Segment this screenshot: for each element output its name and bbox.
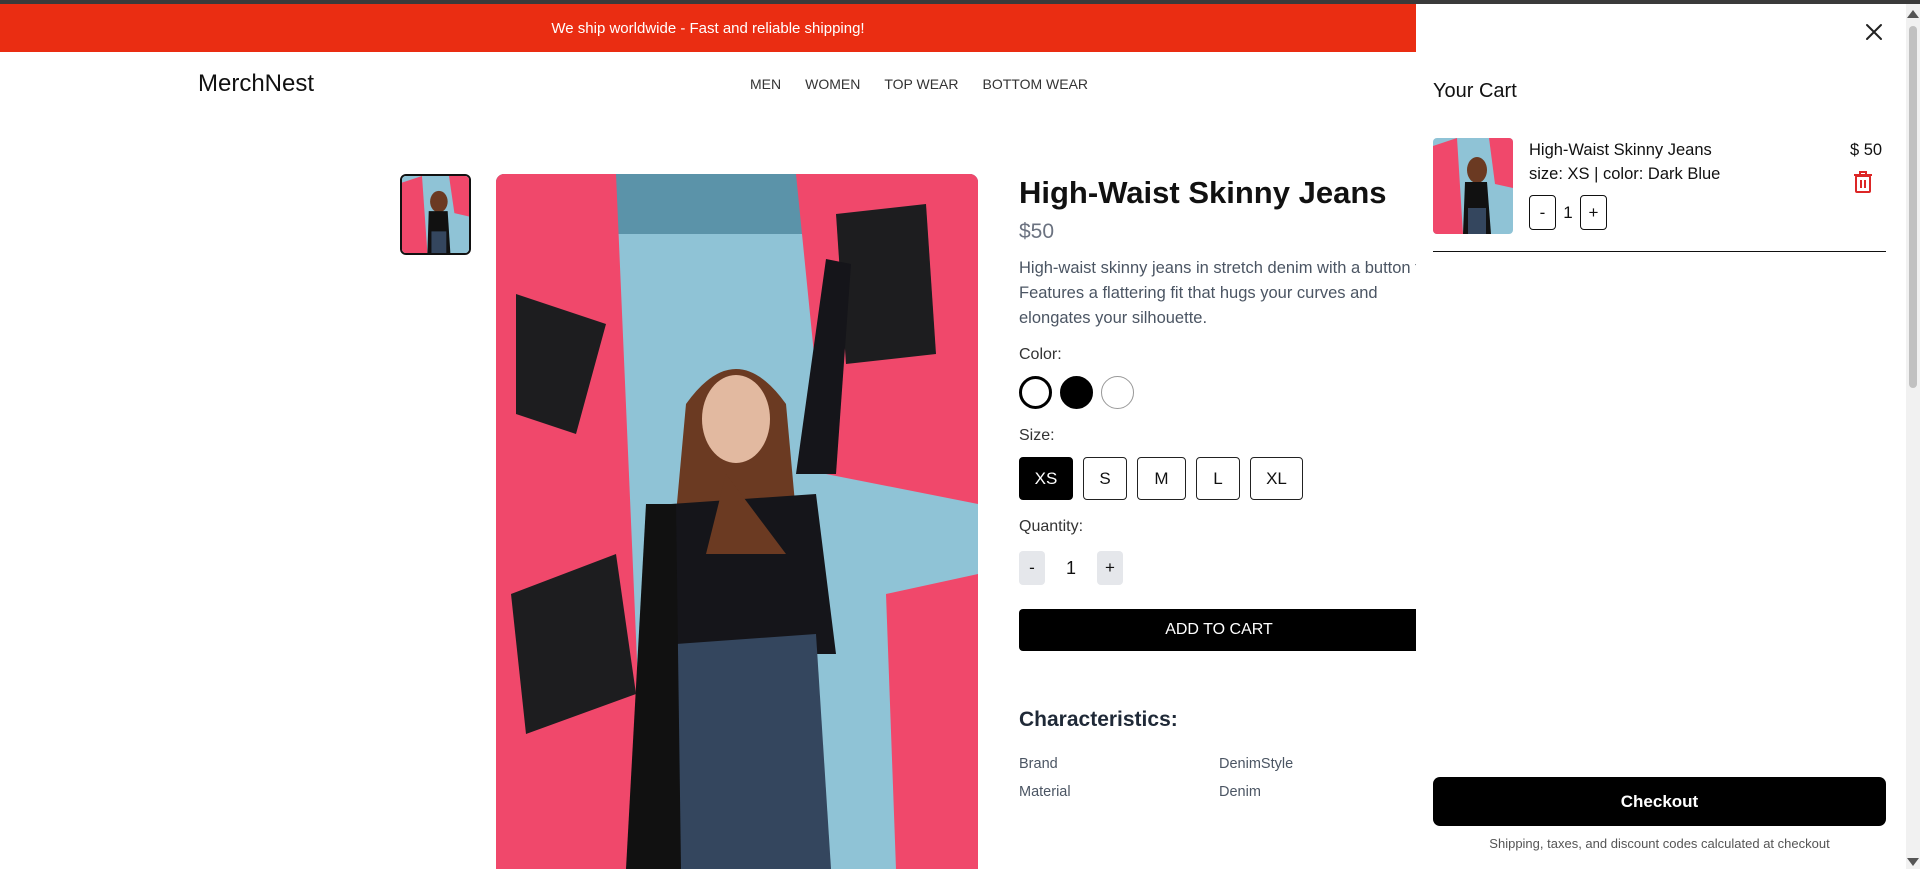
cart-item-increase-button[interactable]: +: [1580, 195, 1607, 230]
main-nav: MEN WOMEN TOP WEAR BOTTOM WEAR: [750, 76, 1088, 92]
cart-title: Your Cart: [1433, 80, 1517, 102]
close-icon[interactable]: [1862, 20, 1886, 44]
size-button-s[interactable]: S: [1083, 457, 1127, 500]
cart-item-image: [1433, 138, 1513, 234]
size-label: Size:: [1019, 427, 1055, 444]
cart-item-decrease-button[interactable]: -: [1529, 195, 1556, 230]
color-swatch-white[interactable]: [1101, 376, 1134, 409]
color-swatches: [1019, 376, 1134, 409]
checkout-button[interactable]: Checkout: [1433, 777, 1886, 826]
cart-item-quantity-stepper: - 1 +: [1529, 195, 1607, 230]
size-button-xs[interactable]: XS: [1019, 457, 1073, 500]
characteristic-value-material: Denim: [1219, 784, 1261, 800]
product-price: $50: [1019, 220, 1055, 243]
cart-item-name: High-Waist Skinny Jeans: [1529, 141, 1712, 159]
cart-item-photo: [1433, 138, 1513, 234]
product-main-image: [496, 174, 978, 869]
size-button-xl[interactable]: XL: [1250, 457, 1303, 500]
product-description: High-waist skinny jeans in stretch denim…: [1019, 259, 1436, 327]
quantity-decrease-button[interactable]: -: [1019, 551, 1045, 585]
nav-item-women[interactable]: WOMEN: [805, 76, 860, 92]
nav-item-top-wear[interactable]: TOP WEAR: [884, 76, 958, 92]
size-button-l[interactable]: L: [1196, 457, 1240, 500]
characteristic-key-material: Material: [1019, 784, 1071, 800]
site-logo[interactable]: MerchNest: [198, 70, 314, 98]
nav-item-bottom-wear[interactable]: BOTTOM WEAR: [983, 76, 1089, 92]
site-header: MerchNest MEN WOMEN TOP WEAR BOTTOM WEAR: [0, 52, 1416, 118]
product-thumbnail[interactable]: [400, 174, 471, 255]
characteristics-title: Characteristics:: [1019, 708, 1178, 731]
quantity-label: Quantity:: [1019, 518, 1084, 535]
color-label: Color:: [1019, 346, 1062, 363]
scroll-down-arrow-icon[interactable]: [1907, 858, 1919, 866]
checkout-note: Shipping, taxes, and discount codes calc…: [1489, 836, 1830, 851]
product-photo-thumb: [402, 176, 469, 253]
characteristic-key-brand: Brand: [1019, 756, 1058, 772]
product-photo: [496, 174, 978, 869]
cart-divider: [1433, 251, 1886, 252]
size-button-m[interactable]: M: [1137, 457, 1186, 500]
trash-icon[interactable]: [1853, 171, 1873, 193]
promo-banner: We ship worldwide - Fast and reliable sh…: [0, 4, 1416, 52]
scroll-up-arrow-icon[interactable]: [1907, 10, 1919, 18]
cart-item-meta: size: XS | color: Dark Blue: [1529, 165, 1721, 183]
nav-item-men[interactable]: MEN: [750, 76, 781, 92]
product-title: High-Waist Skinny Jeans: [1019, 175, 1387, 210]
quantity-stepper: - 1 +: [1019, 551, 1123, 585]
color-swatch-black[interactable]: [1060, 376, 1093, 409]
cart-drawer: [1416, 4, 1906, 869]
scrollbar-thumb[interactable]: [1909, 26, 1917, 388]
color-swatch-white-selected[interactable]: [1019, 376, 1052, 409]
cart-item-price: $ 50: [1850, 141, 1883, 159]
add-to-cart-button[interactable]: ADD TO CART: [1019, 609, 1419, 651]
cart-item-quantity: 1: [1563, 202, 1573, 222]
quantity-value: 1: [1065, 557, 1076, 578]
promo-banner-text: We ship worldwide - Fast and reliable sh…: [551, 19, 865, 37]
quantity-increase-button[interactable]: +: [1097, 551, 1123, 585]
characteristic-value-brand: DenimStyle: [1219, 756, 1294, 772]
size-options: XS S M L XL: [1019, 457, 1303, 500]
